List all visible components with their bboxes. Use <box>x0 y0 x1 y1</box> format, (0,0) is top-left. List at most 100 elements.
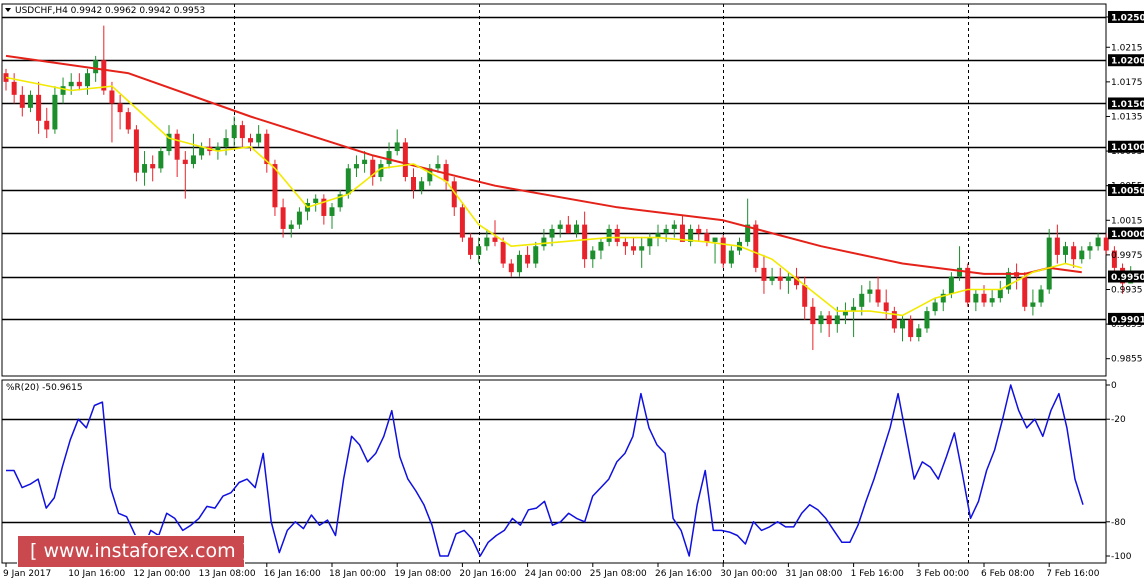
price-tick-label: 1.0175 <box>1111 78 1143 88</box>
candle-body <box>769 276 775 281</box>
candle-body <box>720 237 726 264</box>
time-tick-label: 18 Jan 00:00 <box>329 569 386 579</box>
candle-body <box>834 315 840 325</box>
candle-body <box>142 164 148 173</box>
candle-body <box>989 298 995 303</box>
price-tick-label: 1.0135 <box>1111 112 1143 122</box>
price-tick-label: 1.0015 <box>1111 216 1143 226</box>
time-tick-label: 12 Jan 00:00 <box>133 569 190 579</box>
williams-r-indicator <box>2 384 1106 557</box>
candle-body <box>468 237 474 255</box>
candle-body <box>900 319 905 329</box>
candle-body <box>459 207 465 238</box>
symbol-quote-label: USDCHF,H4 0.9942 0.9962 0.9942 0.9953 <box>15 6 205 16</box>
candle-body <box>313 198 319 203</box>
candle-body <box>386 151 392 165</box>
candle-body <box>598 241 604 251</box>
candle-body <box>973 293 979 303</box>
moving-averages <box>5 54 1083 317</box>
time-tick-label: 19 Jan 08:00 <box>394 569 451 579</box>
candle-body <box>329 207 335 216</box>
candle-body <box>639 246 645 251</box>
candle-body <box>500 241 506 264</box>
candle-body <box>704 233 710 242</box>
price-level-tag-label: 0.9950 <box>1111 273 1146 283</box>
candle-body <box>981 293 987 303</box>
candle-body <box>239 125 245 139</box>
candle-body <box>492 237 498 242</box>
candle-body <box>27 94 33 108</box>
candle-body <box>174 133 180 160</box>
candle-body <box>997 289 1003 299</box>
time-tick-label: 7 Feb 16:00 <box>1046 569 1100 579</box>
candle-body <box>435 164 441 169</box>
candle-body <box>11 81 17 95</box>
candle-body <box>574 224 579 234</box>
candle-body <box>248 138 253 143</box>
candle-body <box>476 246 482 255</box>
candle-body <box>133 129 139 173</box>
candle-body <box>1022 276 1028 307</box>
candle-body <box>93 60 99 74</box>
candle-body <box>761 267 767 281</box>
price-chart: 1.02501.02151.01751.01351.00951.00551.00… <box>1 3 1146 579</box>
candle-body <box>68 81 74 87</box>
price-level-tag-label: 0.9901 <box>1111 315 1146 325</box>
candle-body <box>158 151 164 169</box>
time-tick-label: 10 Jan 16:00 <box>68 569 125 579</box>
candle-body <box>101 60 107 91</box>
candle-body <box>671 224 677 229</box>
candle-body <box>36 94 42 121</box>
candle-body <box>296 211 302 225</box>
candle-body <box>883 302 889 312</box>
indicator-tick-label: -20 <box>1111 415 1126 425</box>
price-tick-label: 0.9935 <box>1111 285 1143 295</box>
candle-body <box>484 237 490 247</box>
candle-body <box>223 138 229 147</box>
candle-body <box>353 164 359 169</box>
candle-body <box>1087 246 1093 251</box>
time-tick-label: 6 Feb 08:00 <box>981 569 1035 579</box>
candle-body <box>419 181 425 190</box>
candle-body <box>948 276 954 294</box>
candle-body <box>411 177 416 190</box>
candle-body <box>541 237 547 247</box>
collapse-triangle-icon[interactable] <box>5 8 11 12</box>
candle-body <box>696 228 702 234</box>
time-tick-label: 26 Jan 16:00 <box>655 569 712 579</box>
candle-body <box>288 224 294 229</box>
candle-body <box>231 125 237 139</box>
candle-body <box>190 155 196 165</box>
candle-body <box>1038 289 1044 303</box>
candle-body <box>150 164 156 169</box>
time-tick-label: 31 Jan 08:00 <box>785 569 842 579</box>
indicator-tick-label: -100 <box>1111 552 1132 562</box>
time-tick-label: 1 Feb 16:00 <box>851 569 905 579</box>
price-level-tag-label: 1.0000 <box>1111 230 1146 240</box>
candle-body <box>345 168 351 195</box>
candle-body <box>516 254 522 273</box>
candle-body <box>549 228 555 238</box>
candle-body <box>859 293 865 307</box>
candle-body <box>590 250 596 260</box>
candle-body <box>712 237 718 242</box>
candle-body <box>818 315 824 325</box>
candle-body <box>557 224 563 229</box>
candle-body <box>394 142 400 152</box>
candle-body <box>85 73 90 87</box>
candle-body <box>508 263 514 273</box>
candle-body <box>631 246 637 251</box>
candle-body <box>916 328 922 338</box>
candle-body <box>52 94 58 130</box>
williams-r-line <box>6 384 1084 557</box>
candle-body <box>256 133 262 143</box>
indicator-tick-label: 0 <box>1111 381 1117 391</box>
candle-body <box>957 267 963 277</box>
candle-body <box>802 285 808 307</box>
time-tick-label: 13 Jan 08:00 <box>199 569 256 579</box>
candle-body <box>908 319 914 338</box>
candle-body <box>875 289 881 303</box>
time-tick-label: 20 Jan 16:00 <box>459 569 516 579</box>
candle-body <box>663 228 669 234</box>
price-tick-label: 0.9855 <box>1111 355 1143 365</box>
